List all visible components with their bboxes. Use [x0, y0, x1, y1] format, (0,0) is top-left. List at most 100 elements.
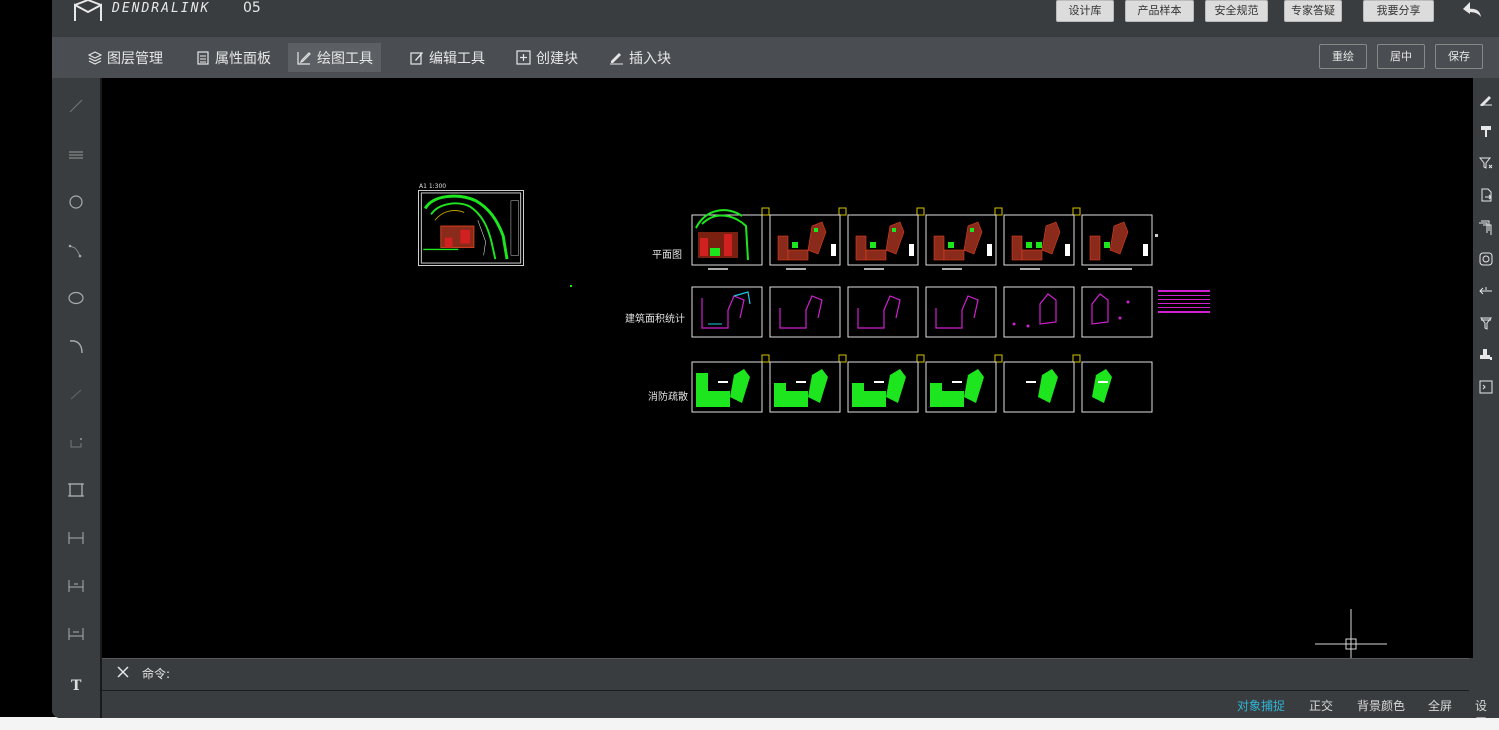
line-tool[interactable] [64, 94, 88, 118]
rotate-tool[interactable] [1477, 250, 1495, 268]
safety-code-button[interactable]: 安全规范 [1205, 0, 1268, 22]
export-tool[interactable] [1477, 186, 1495, 204]
object-snap-toggle[interactable]: 对象捕捉 [1237, 697, 1285, 714]
paint-roller-icon [1481, 126, 1491, 137]
rotate-icon [1479, 252, 1493, 266]
page: DENDRALINK 05 设计库 产品样本 安全规范 专家答疑 我要分享 图层… [0, 0, 1499, 730]
command-bar: 命令: [102, 658, 1469, 688]
settings-button[interactable]: 设置 [1475, 697, 1487, 718]
save-button[interactable]: 保存 [1435, 44, 1483, 69]
rectangle-tool[interactable] [64, 478, 88, 502]
layer-stack-tool[interactable] [1477, 218, 1495, 236]
paint-icon [1480, 349, 1492, 360]
move-tool[interactable] [1477, 282, 1495, 300]
row-label-floor-plan: 平面图 [652, 250, 682, 261]
menu-label: 图层管理 [107, 50, 163, 67]
menu-label: 编辑工具 [429, 50, 485, 67]
panel-icon [197, 50, 209, 65]
pen-tool[interactable] [1477, 90, 1495, 108]
project-name: 05 [243, 0, 261, 16]
text-icon: T [71, 678, 82, 692]
export-icon [1481, 188, 1492, 202]
menu-layer-manager[interactable]: 图层管理 [80, 43, 171, 72]
text-tool[interactable]: T [64, 672, 88, 696]
background-color-button[interactable]: 背景颜色 [1357, 697, 1405, 714]
design-library-button[interactable]: 设计库 [1056, 0, 1114, 22]
paint-roller-tool[interactable] [1477, 122, 1495, 140]
menu-label: 属性面板 [215, 50, 271, 67]
create-block-icon [516, 50, 531, 65]
ellipse-icon [68, 291, 84, 305]
dimension-icon [68, 532, 84, 544]
filter-icon [1479, 157, 1493, 169]
paint-tool[interactable] [1477, 346, 1495, 364]
funnel-tool[interactable] [1477, 314, 1495, 332]
svg-text:T: T [71, 678, 82, 692]
ray-tool[interactable] [64, 382, 88, 406]
menu-label: 创建块 [536, 50, 578, 67]
ray-icon [70, 389, 82, 400]
circle-icon [69, 195, 83, 209]
share-button[interactable]: 我要分享 [1363, 0, 1434, 22]
floor-plan-row[interactable] [688, 198, 1168, 280]
line-icon [69, 99, 83, 113]
left-draw-toolbar: T [52, 78, 100, 718]
brand-name: DENDRALINK [112, 1, 211, 16]
fire-evacuation-row[interactable] [688, 353, 1168, 415]
menu-insert-block[interactable]: 插入块 [601, 43, 679, 72]
layers-icon [88, 50, 102, 65]
rectangle-corner-icon [70, 438, 82, 448]
center-button[interactable]: 居中 [1377, 44, 1425, 69]
multiline-icon [69, 151, 83, 159]
dimension-aligned-icon [68, 580, 84, 592]
product-sample-button[interactable]: 产品样本 [1125, 0, 1194, 22]
area-stats-row[interactable] [688, 284, 1218, 340]
row-label-area-stats: 建筑面积统计 [625, 314, 685, 325]
command-label: 命令: [142, 667, 171, 681]
status-bar: 对象捕捉 正交 背景颜色 全屏 设置 [102, 690, 1487, 718]
ellipse-tool[interactable] [64, 286, 88, 310]
move-icon [1479, 287, 1492, 295]
stray-dot [570, 285, 572, 287]
filter-tool[interactable] [1477, 154, 1495, 172]
menu-bar: 图层管理 属性面板 绘图工具 编辑工具 创建块 插入块 重绘 居中 保存 [52, 37, 1499, 78]
funnel-icon [1479, 317, 1493, 330]
command-input[interactable] [184, 663, 1384, 683]
dimension-angular-icon [68, 628, 84, 640]
draw-icon [297, 51, 311, 65]
menu-draw-tools[interactable]: 绘图工具 [288, 43, 381, 72]
right-modify-toolbar [1473, 78, 1499, 718]
rectangle-icon [68, 483, 84, 497]
top-header: DENDRALINK 05 设计库 产品样本 安全规范 专家答疑 我要分享 [52, 0, 1499, 37]
multiline-tool[interactable] [64, 142, 88, 166]
crosshair-cursor [1315, 609, 1387, 659]
layer-stack-icon [1479, 220, 1492, 235]
dimension-aligned-tool[interactable] [64, 574, 88, 598]
dimension-tool[interactable] [64, 526, 88, 550]
polyline-icon [68, 244, 82, 258]
close-icon[interactable] [116, 665, 130, 679]
menu-property-panel[interactable]: 属性面板 [188, 43, 279, 72]
circle-tool[interactable] [64, 190, 88, 214]
bottom-strip [0, 717, 1499, 730]
arc-tool[interactable] [64, 334, 88, 358]
drawing-canvas[interactable]: A1 1:300 平面图 建筑面积统计 消防疏散 [102, 78, 1473, 659]
arc-icon [69, 340, 83, 354]
rectangle-corner-tool[interactable] [64, 430, 88, 454]
dimension-angular-tool[interactable] [64, 622, 88, 646]
menu-label: 绘图工具 [317, 50, 373, 67]
pen-icon [1480, 96, 1492, 106]
terminal-tool[interactable] [1477, 378, 1495, 396]
ortho-toggle[interactable]: 正交 [1309, 697, 1333, 714]
overview-sheet[interactable] [418, 190, 524, 266]
overview-scale-label: A1 1:300 [419, 183, 447, 190]
menu-create-block[interactable]: 创建块 [508, 43, 586, 72]
back-arrow-icon[interactable] [1460, 0, 1484, 18]
redraw-button[interactable]: 重绘 [1319, 44, 1367, 69]
row-label-fire-evacuation: 消防疏散 [648, 392, 688, 403]
expert-qa-button[interactable]: 专家答疑 [1284, 0, 1342, 22]
menu-label: 插入块 [629, 50, 671, 67]
fullscreen-button[interactable]: 全屏 [1428, 697, 1452, 714]
menu-edit-tools[interactable]: 编辑工具 [402, 43, 493, 72]
polyline-tool[interactable] [64, 238, 88, 262]
